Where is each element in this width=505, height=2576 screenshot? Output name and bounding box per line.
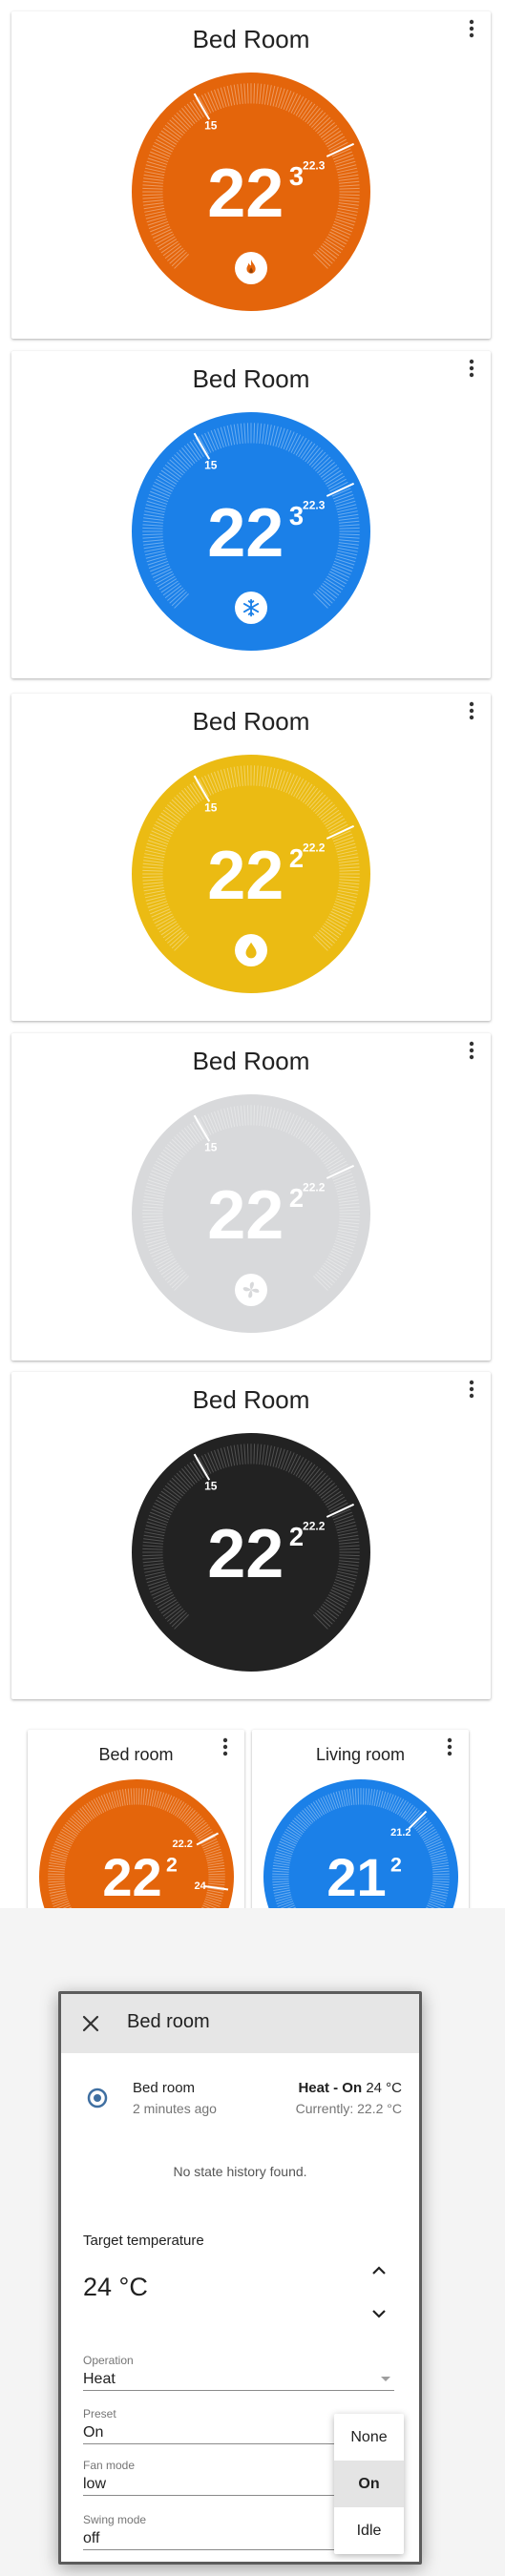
thermostat-dial[interactable]: 1522.222 2 xyxy=(132,1433,370,1672)
water-drop-icon xyxy=(245,942,257,959)
thermostat-dial-container: 15 22.3 22 3 xyxy=(132,412,370,651)
marker-label: 15 xyxy=(204,458,218,471)
preset-dropdown-menu: None On Idle xyxy=(334,2414,404,2554)
temperature-decimal: 2 xyxy=(390,1853,402,1876)
marker-label: 15 xyxy=(204,1479,218,1492)
marker-label: 22.2 xyxy=(303,1181,326,1195)
more-menu-icon[interactable] xyxy=(462,1039,481,1062)
card-title: Living room xyxy=(315,1745,406,1764)
more-menu-icon[interactable] xyxy=(462,1378,481,1401)
marker-label: 15 xyxy=(204,118,218,132)
current-temperature: 22 xyxy=(207,1177,284,1254)
thermostat-card: Bed Room 15 22.2 22 2 xyxy=(11,1033,491,1361)
card-title: Bed Room xyxy=(192,364,310,393)
marker-label: 22.2 xyxy=(303,1520,326,1533)
no-history-message: No state history found. xyxy=(173,2164,307,2179)
increase-button[interactable] xyxy=(365,2256,393,2285)
card-title: Bed Room xyxy=(192,1047,310,1075)
marker-label: 15 xyxy=(204,800,218,814)
more-menu-icon[interactable] xyxy=(462,357,481,380)
more-menu-icon[interactable] xyxy=(462,699,481,722)
more-menu-icon[interactable] xyxy=(440,1735,459,1758)
marker-label: 22.3 xyxy=(303,499,326,512)
card-title: Bed room xyxy=(98,1745,174,1764)
thermostat-dial-container: 15 22.2 22 2 xyxy=(132,1433,370,1672)
temperature-decimal: 3 xyxy=(289,501,304,530)
current-temperature: 22 xyxy=(207,156,284,232)
current-temperature: 22 xyxy=(102,1847,161,1907)
dropdown-item-idle[interactable]: Idle xyxy=(334,2507,404,2554)
current-temperature: 22 xyxy=(207,1516,284,1592)
marker-label: 22.2 xyxy=(303,841,326,855)
dialog-title: Bed room xyxy=(127,2011,210,2032)
mode-badge[interactable] xyxy=(235,1274,267,1306)
more-menu-icon[interactable] xyxy=(462,17,481,40)
thermostat-card: Bed Room 15 22.2 22 2 xyxy=(11,1372,491,1699)
thermostat-icon xyxy=(87,2088,108,2109)
mode-badge[interactable] xyxy=(235,252,267,284)
card-title: Bed Room xyxy=(192,25,310,53)
dropdown-item-none[interactable]: None xyxy=(334,2414,404,2461)
card-title: Bed Room xyxy=(192,707,310,736)
thermostat-dial-container: 15 22.3 22 3 xyxy=(132,73,370,311)
temperature-decimal: 2 xyxy=(289,1183,304,1213)
more-info-dialog: Bed room Bed room 2 minutes ago Heat - O… xyxy=(58,1991,422,2565)
temperature-decimal: 3 xyxy=(289,161,304,191)
operation-select[interactable]: Operation Heat xyxy=(83,2354,394,2391)
dropdown-item-on[interactable]: On xyxy=(334,2461,404,2507)
state-mode: Heat - On xyxy=(298,2080,363,2096)
flame-icon xyxy=(246,259,256,274)
current-temperature: Currently: 22.2 °C xyxy=(295,2101,402,2116)
current-temperature: 22 xyxy=(207,838,284,914)
mode-badge[interactable] xyxy=(235,934,267,966)
snowflake-icon xyxy=(242,598,260,617)
current-temperature: 21 xyxy=(326,1847,386,1907)
operation-value[interactable]: Heat xyxy=(83,2369,394,2391)
fan-icon xyxy=(242,1281,260,1298)
marker-label: 22.3 xyxy=(303,159,326,173)
state-target: 24 °C xyxy=(366,2080,402,2096)
marker-label: 15 xyxy=(204,1140,218,1153)
operation-label: Operation xyxy=(83,2354,134,2367)
target-temperature-value: 24 °C xyxy=(83,2273,148,2301)
marker-label: 24 xyxy=(194,1880,206,1892)
thermostat-card: Bed Room 15 22.2 22 2 xyxy=(11,694,491,1021)
decrease-button[interactable] xyxy=(365,2299,393,2328)
marker-label: 21.2 xyxy=(390,1827,410,1839)
thermostat-dial-container: 15 22.2 22 2 xyxy=(132,1094,370,1333)
entity-name: Bed room xyxy=(133,2080,196,2096)
entity-state: Heat - On 24 °C xyxy=(298,2080,402,2096)
card-title: Bed Room xyxy=(192,1385,310,1414)
more-menu-icon[interactable] xyxy=(216,1735,235,1758)
thermostat-card: Bed Room 15 22.3 22 3 xyxy=(11,11,491,339)
temperature-decimal: 2 xyxy=(289,843,304,873)
thermostat-dial-container: 15 22.2 22 2 xyxy=(132,755,370,993)
current-temperature: 22 xyxy=(207,495,284,571)
mode-badge[interactable] xyxy=(235,592,267,624)
target-temperature-label: Target temperature xyxy=(83,2233,204,2249)
thermostat-card: Bed Room 15 22.3 22 3 xyxy=(11,351,491,678)
temperature-decimal: 2 xyxy=(166,1853,178,1876)
marker-label: 22.2 xyxy=(173,1839,193,1850)
chevron-down-icon xyxy=(381,2377,390,2381)
entity-last-changed: 2 minutes ago xyxy=(133,2101,217,2116)
close-icon[interactable] xyxy=(80,2013,101,2034)
temperature-decimal: 2 xyxy=(289,1522,304,1551)
dialog-header: Bed room xyxy=(61,1994,419,2053)
